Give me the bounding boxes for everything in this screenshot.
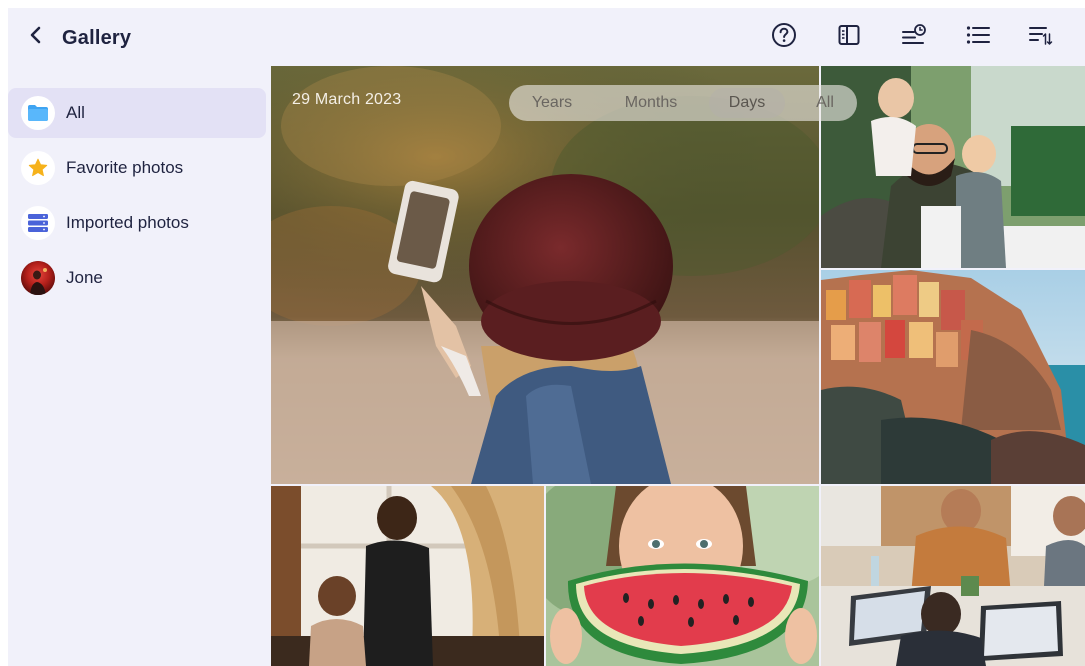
folder-icon [21, 96, 55, 130]
view-mode-years[interactable]: Years [513, 88, 591, 118]
sidebar-item-imported-photos[interactable]: Imported photos [8, 198, 266, 248]
storage-icon [21, 206, 55, 240]
date-label: 29 March 2023 [292, 91, 402, 108]
view-mode-all[interactable]: All [799, 88, 851, 118]
list-view-icon [965, 23, 991, 52]
page-title: Gallery [62, 27, 132, 49]
view-mode-segmented-control: Years Months Days All [509, 85, 857, 121]
view-mode-months[interactable]: Months [607, 88, 695, 118]
list-view-button[interactable] [965, 24, 991, 50]
photo-team-laptops[interactable] [821, 486, 1085, 666]
avatar [21, 261, 55, 295]
star-icon [21, 151, 55, 185]
help-icon [771, 22, 797, 53]
sidebar-toggle-button[interactable] [836, 24, 862, 50]
photo-watermelon-woman[interactable] [546, 486, 819, 666]
timeline-icon [901, 23, 927, 52]
sidebar-item-jone[interactable]: Jone [8, 253, 266, 303]
timeline-button[interactable] [901, 23, 927, 52]
photo-kids-window[interactable] [271, 486, 544, 666]
help-button[interactable] [771, 22, 797, 53]
sidebar-item-label: Imported photos [66, 213, 189, 232]
sidebar: All Favorite photos Imported photos Jone [8, 66, 270, 666]
sidebar-item-label: Favorite photos [66, 158, 184, 177]
sort-icon [1028, 23, 1054, 52]
sidebar-item-label: All [66, 103, 85, 122]
sidebar-item-favorite-photos[interactable]: Favorite photos [8, 143, 266, 193]
view-mode-days[interactable]: Days [709, 88, 785, 118]
top-bar: Gallery [8, 8, 1085, 66]
photo-family[interactable] [821, 66, 1085, 268]
chevron-left-icon [29, 26, 43, 49]
sidebar-item-all[interactable]: All [8, 88, 266, 138]
app-window: Gallery All Favorite photos Imported pho… [8, 8, 1085, 666]
sidebar-toggle-icon [837, 23, 861, 52]
sidebar-item-label: Jone [66, 268, 103, 287]
photo-selfie-woman[interactable] [271, 66, 819, 484]
photo-coastal-village[interactable] [821, 270, 1085, 484]
back-button[interactable] [24, 25, 48, 49]
sort-button[interactable] [1028, 24, 1054, 50]
